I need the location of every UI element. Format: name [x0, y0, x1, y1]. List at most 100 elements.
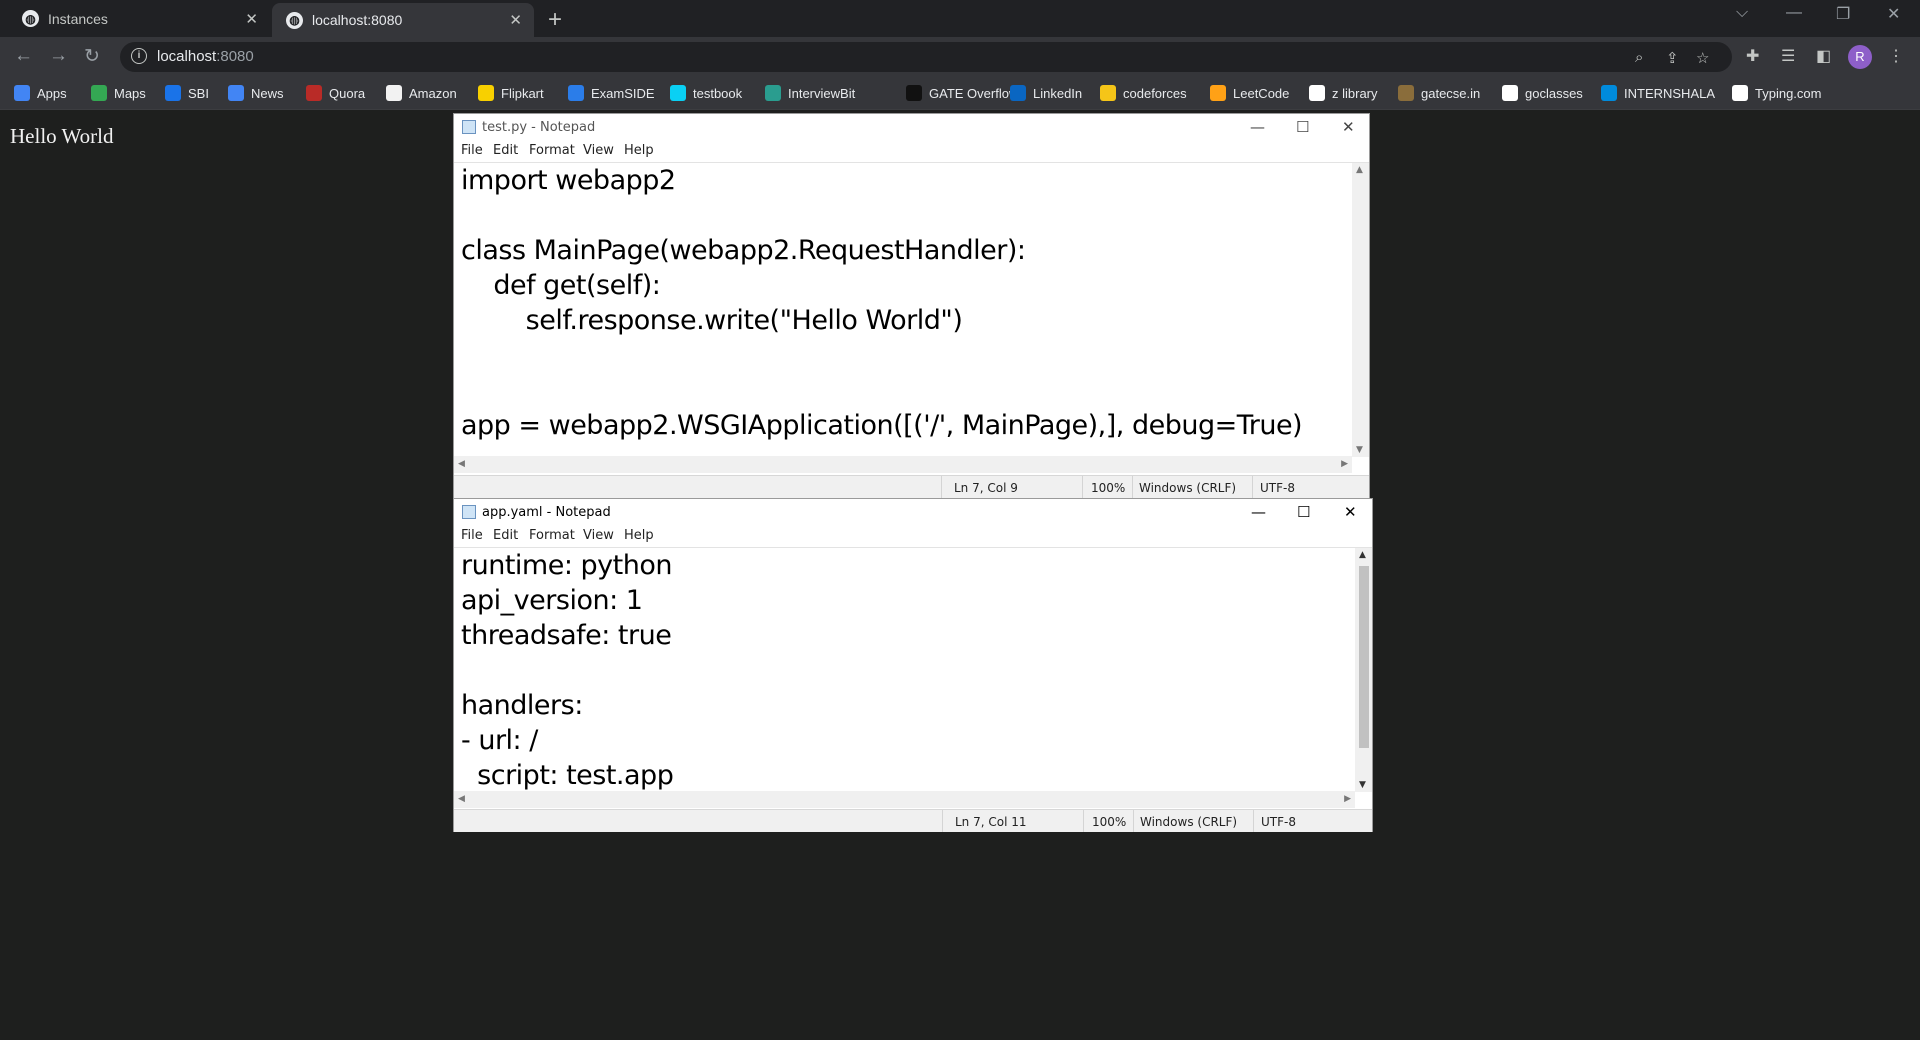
menu-view[interactable]: View	[583, 143, 614, 158]
bookmark-label: testbook	[693, 85, 743, 101]
scroll-right-icon[interactable]: ▶	[1341, 459, 1348, 469]
scroll-down-icon[interactable]: ▼	[1356, 445, 1363, 455]
bookmark-leetcode[interactable]: LeetCode	[1210, 84, 1289, 102]
bookmark-internshala[interactable]: INTERNSHALA	[1601, 84, 1715, 102]
browser-toolbar: ← → ↻ i localhost:8080 ⌕ ⇪ ☆	[0, 37, 1920, 77]
extensions-icon[interactable]: ✚	[1746, 46, 1759, 66]
notepad-window-app-yaml[interactable]: app.yaml - Notepad — ☐ ✕ File Edit Forma…	[453, 498, 1373, 832]
horizontal-scrollbar[interactable]: ◀ ▶	[454, 791, 1355, 808]
close-tab-icon[interactable]: ✕	[245, 10, 258, 28]
scroll-left-icon[interactable]: ◀	[458, 794, 465, 804]
new-tab-icon[interactable]: +	[548, 6, 562, 34]
maximize-icon[interactable]: ☐	[1296, 118, 1309, 136]
menu-view[interactable]: View	[583, 528, 614, 543]
menu-format[interactable]: Format	[529, 528, 575, 543]
bookmark-label: codeforces	[1123, 85, 1187, 101]
tab-localhost[interactable]: ◍ localhost:8080 ✕	[272, 3, 534, 37]
bookmark-z-library[interactable]: z library	[1309, 84, 1378, 102]
encoding: UTF-8	[1261, 815, 1296, 829]
bookmark-gatecse-in[interactable]: gatecse.in	[1398, 84, 1480, 102]
minimize-icon[interactable]: —	[1250, 118, 1265, 136]
linkedin-icon	[1010, 85, 1026, 101]
bookmark-amazon[interactable]: Amazon	[386, 84, 457, 102]
maps-icon	[91, 85, 107, 101]
sbi-icon	[165, 85, 181, 101]
minimize-icon[interactable]: —	[1251, 503, 1266, 521]
bookmark-linkedin[interactable]: LinkedIn	[1010, 84, 1082, 102]
scroll-down-icon[interactable]: ▼	[1359, 780, 1366, 790]
share-icon[interactable]: ⇪	[1666, 49, 1679, 67]
scrollbar-thumb[interactable]	[1359, 566, 1369, 748]
close-icon[interactable]: ✕	[1344, 503, 1357, 521]
bookmark-news[interactable]: News	[228, 84, 284, 102]
bookmark-label: Apps	[37, 85, 67, 101]
minimize-icon[interactable]: —	[1786, 4, 1802, 22]
bookmark-flipkart[interactable]: Flipkart	[478, 84, 544, 102]
bookmark-apps[interactable]: Apps	[14, 84, 67, 102]
scroll-right-icon[interactable]: ▶	[1344, 794, 1351, 804]
google-news-icon	[228, 85, 244, 101]
menu-file[interactable]: File	[461, 528, 483, 543]
reading-list-icon[interactable]: ☰	[1781, 46, 1795, 66]
horizontal-scrollbar[interactable]: ◀ ▶	[454, 456, 1352, 473]
bookmark-testbook[interactable]: testbook	[670, 84, 742, 102]
profile-avatar[interactable]: R	[1848, 45, 1872, 69]
bookmark-sbi[interactable]: SBI	[165, 84, 209, 102]
vertical-scrollbar[interactable]: ▲ ▼	[1355, 548, 1372, 792]
maximize-icon[interactable]: ☐	[1297, 503, 1310, 521]
amazon-icon	[386, 85, 402, 101]
code-line: runtime: python	[461, 550, 672, 581]
codeforces-icon	[1100, 85, 1116, 101]
window-titlebar[interactable]: test.py - Notepad — ☐ ✕	[454, 114, 1369, 140]
bookmark-label: goclasses	[1525, 85, 1583, 101]
bookmark-interviewbit[interactable]: InterviewBit	[765, 84, 855, 102]
close-window-icon[interactable]: ✕	[1887, 4, 1900, 24]
text-editor-area[interactable]: import webapp2 class MainPage(webapp2.Re…	[454, 162, 1369, 457]
notepad-window-test-py[interactable]: test.py - Notepad — ☐ ✕ File Edit Format…	[453, 113, 1370, 498]
menu-file[interactable]: File	[461, 143, 483, 158]
menu-edit[interactable]: Edit	[493, 143, 518, 158]
menu-bar: File Edit Format View Help	[454, 140, 1369, 162]
site-info-icon[interactable]: i	[131, 48, 147, 64]
menu-edit[interactable]: Edit	[493, 528, 518, 543]
scroll-left-icon[interactable]: ◀	[458, 459, 465, 469]
scroll-up-icon[interactable]: ▲	[1359, 550, 1366, 560]
bookmark-examside[interactable]: ExamSIDE	[568, 84, 655, 102]
quora-icon	[306, 85, 322, 101]
bookmark-star-icon[interactable]: ☆	[1696, 49, 1709, 67]
more-menu-icon[interactable]: ⋮	[1888, 46, 1904, 66]
bookmark-typing-com[interactable]: Typing.com	[1732, 84, 1821, 102]
close-icon[interactable]: ✕	[1342, 118, 1355, 136]
menu-format[interactable]: Format	[529, 143, 575, 158]
bookmark-quora[interactable]: Quora	[306, 84, 365, 102]
tab-search-icon[interactable]: ⌵	[1736, 4, 1748, 22]
bookmark-label: Typing.com	[1755, 85, 1822, 101]
bookmark-codeforces[interactable]: codeforces	[1100, 84, 1187, 102]
menu-help[interactable]: Help	[624, 143, 654, 158]
side-panel-icon[interactable]: ◧	[1816, 46, 1831, 66]
bookmark-maps[interactable]: Maps	[91, 84, 146, 102]
forward-icon[interactable]: →	[49, 45, 68, 67]
menu-help[interactable]: Help	[624, 528, 654, 543]
restore-icon[interactable]: ❐	[1836, 4, 1850, 24]
status-bar: Ln 7, Col 9 100% Windows (CRLF) UTF-8	[454, 475, 1369, 498]
zoom-icon[interactable]: ⌕	[1635, 49, 1643, 66]
bookmark-goclasses[interactable]: goclasses	[1502, 84, 1583, 102]
status-bar: Ln 7, Col 11 100% Windows (CRLF) UTF-8	[454, 809, 1372, 832]
status-separator	[1253, 810, 1254, 832]
bookmark-gate-overflow[interactable]: GATE Overflow	[906, 84, 1018, 102]
address-bar[interactable]: i localhost:8080 ⌕ ⇪ ☆	[120, 42, 1732, 72]
bookmarks-bar: Apps Maps SBI News Quora Amazon Flipkart ExamSI…	[0, 77, 1920, 110]
back-icon[interactable]: ←	[14, 45, 33, 67]
reload-icon[interactable]: ↻	[84, 45, 100, 68]
code-line: app = webapp2.WSGIApplication([('/', Mai…	[461, 410, 1303, 441]
text-editor-area[interactable]: runtime: python api_version: 1 threadsaf…	[454, 547, 1372, 792]
vertical-scrollbar[interactable]: ▲ ▼	[1352, 163, 1369, 457]
page-body-text: Hello World	[10, 124, 114, 148]
scroll-up-icon[interactable]: ▲	[1356, 165, 1363, 175]
tab-instances[interactable]: ◍ Instances ✕	[8, 0, 270, 37]
window-titlebar[interactable]: app.yaml - Notepad — ☐ ✕	[454, 499, 1372, 525]
bookmark-label: InterviewBit	[788, 85, 856, 101]
close-tab-icon[interactable]: ✕	[509, 11, 522, 29]
cursor-position: Ln 7, Col 11	[955, 815, 1027, 829]
